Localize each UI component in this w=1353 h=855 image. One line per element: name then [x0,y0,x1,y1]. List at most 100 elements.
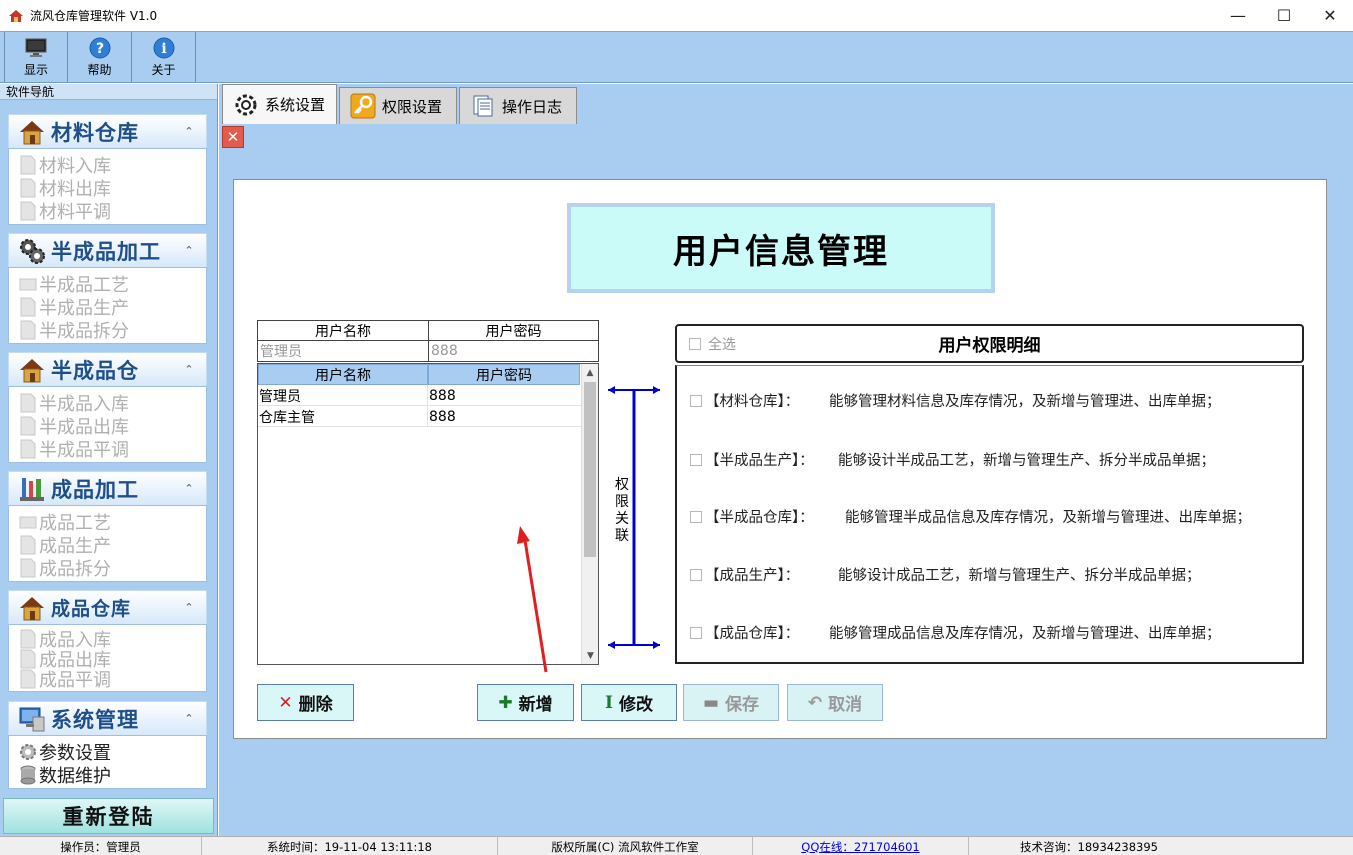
nav-item-semi-in[interactable]: 半成品入库 [19,391,206,415]
document-icon [20,393,36,412]
permission-title: 用户权限明细 [938,336,1041,356]
chevron-up-icon[interactable]: ⌃ [180,361,198,379]
add-button[interactable]: ✚ 新增 [477,684,574,721]
permission-checkbox[interactable] [690,453,702,466]
nav-group-header[interactable]: 材料仓库 ⌃ [8,114,207,148]
save-icon: ▬ [702,692,720,713]
help-button[interactable]: ? 帮助 [68,32,132,82]
tab-label: 权限设置 [382,97,443,116]
edit-button[interactable]: I 修改 [581,684,677,721]
relogin-button[interactable]: 重新登陆 [3,798,214,834]
select-all-checkbox[interactable] [689,337,701,350]
document-icon [20,649,36,669]
nav-item-material-out[interactable]: 材料出库 [19,176,206,200]
document-icon [20,201,36,220]
nav-group-header[interactable]: 成品加工 ⌃ [8,471,207,505]
nav-group-product-processing: 成品加工 ⌃ 成品工艺 成品生产 成品拆分 [8,471,207,582]
tab-bar: 系统设置 权限设置 操作日志 [219,84,1353,124]
nav-item-label: 成品平调 [39,670,111,691]
permission-checkbox[interactable] [690,394,702,407]
select-all-label: 全选 [708,336,736,353]
status-copyright: 版权所属(C) 流风软件工作室 [498,837,753,855]
grid-scrollbar[interactable]: ▲ ▼ [581,364,598,664]
nav-item-product-transfer[interactable]: 成品平调 [19,669,206,691]
nav-item-param-settings[interactable]: 参数设置 [19,740,206,764]
nav-group-header[interactable]: 半成品仓 ⌃ [8,352,207,386]
chevron-up-icon[interactable]: ⌃ [180,480,198,498]
maximize-button[interactable]: ☐ [1261,0,1307,31]
minimize-button[interactable]: — [1215,0,1261,31]
cancel-label: 取消 [828,695,863,715]
nav-group-label: 半成品加工 [51,238,161,264]
nav-item-product-craft[interactable]: 成品工艺 [19,510,206,534]
tab-system-settings[interactable]: 系统设置 [222,84,337,124]
toolbar: 显示 ? 帮助 i 关于 [0,31,1353,83]
nav-item-semi-craft[interactable]: 半成品工艺 [19,272,206,296]
status-qq-link[interactable]: QQ在线：271704601 [753,837,969,855]
sidebar-title: 软件导航 [0,84,217,100]
cell-username: 仓库主管 [258,406,428,427]
cancel-button[interactable]: ↶ 取消 [787,684,883,721]
nav-group-header[interactable]: 成品仓库 ⌃ [8,590,207,624]
grid-header-password[interactable]: 用户密码 [428,364,580,385]
chevron-up-icon[interactable]: ⌃ [180,599,198,617]
nav-group-header[interactable]: 半成品加工 ⌃ [8,233,207,267]
nav-item-semi-out[interactable]: 半成品出库 [19,414,206,438]
nav-item-semi-split[interactable]: 半成品拆分 [19,318,206,342]
password-field[interactable]: 888 [429,341,599,362]
table-row[interactable]: 管理员 888 [258,385,598,406]
close-tab-button[interactable]: ✕ [222,126,244,148]
nav-group-header[interactable]: 系统管理 ⌃ [8,701,207,735]
user-input-form: 用户名称 用户密码 管理员 888 [257,320,599,362]
house-icon [17,593,47,623]
about-button[interactable]: i 关于 [132,32,196,82]
chevron-up-icon[interactable]: ⌃ [180,710,198,728]
nav-item-label: 半成品拆分 [39,320,129,342]
gear-icon [233,92,259,118]
scroll-thumb[interactable] [584,382,596,557]
delete-button[interactable]: ✕ 删除 [257,684,354,721]
nav-item-semi-produce[interactable]: 半成品生产 [19,295,206,319]
chevron-up-icon[interactable]: ⌃ [180,242,198,260]
nav-group-material-warehouse: 材料仓库 ⌃ 材料入库 材料出库 材料平调 [8,114,207,225]
document-icon [20,178,36,197]
display-button[interactable]: 显示 [4,32,68,82]
chevron-up-icon[interactable]: ⌃ [180,123,198,141]
page-title: 用户信息管理 [567,203,995,293]
nav-item-product-produce[interactable]: 成品生产 [19,533,206,557]
tab-operation-log[interactable]: 操作日志 [459,87,577,124]
scroll-down-icon[interactable]: ▼ [582,647,599,664]
nav-group-label: 成品加工 [51,476,139,502]
nav-item-semi-transfer[interactable]: 半成品平调 [19,437,206,461]
scroll-up-icon[interactable]: ▲ [582,364,598,381]
table-row[interactable]: 仓库主管 888 [258,406,598,427]
qq-link-text[interactable]: QQ在线：271704601 [801,839,919,855]
close-icon: ✕ [226,128,240,146]
nav-item-material-in[interactable]: 材料入库 [19,153,206,177]
nav-group-items: 成品工艺 成品生产 成品拆分 [8,505,207,582]
nav-item-data-maintenance[interactable]: 数据维护 [19,763,206,787]
username-field[interactable]: 管理员 [257,341,429,362]
permission-row: 【半成品仓库】： 能够管理半成品信息及库存情况，及新增与管理进、出库单据； [690,506,1251,527]
tab-permission-settings[interactable]: 权限设置 [339,87,457,124]
nav-group-product-warehouse: 成品仓库 ⌃ 成品入库 成品出库 成品平调 [8,590,207,692]
save-button[interactable]: ▬ 保存 [683,684,779,721]
permission-checkbox[interactable] [690,626,702,639]
grid-header-username[interactable]: 用户名称 [258,364,428,385]
nav-item-label: 成品拆分 [39,558,111,580]
nav-group-system-management: 系统管理 ⌃ 参数设置 数据维护 [8,701,207,789]
permission-name: 【材料仓库】： [705,394,800,410]
permission-checkbox[interactable] [690,568,702,581]
nav-group-items: 成品入库 成品出库 成品平调 [8,624,207,692]
close-window-button[interactable]: ✕ [1307,0,1353,31]
permission-checkbox[interactable] [690,510,702,523]
plus-icon: ✚ [498,692,513,713]
permission-row: 【材料仓库】： 能够管理材料信息及库存情况，及新增与管理进、出库单据； [690,390,1221,411]
nav-item-label: 半成品平调 [39,439,129,461]
display-label: 显示 [23,62,48,77]
nav-item-material-transfer[interactable]: 材料平调 [19,199,206,223]
document-icon [20,669,36,689]
info-icon: i [153,37,175,59]
permission-row: 【半成品生产】： 能够设计半成品工艺，新增与管理生产、拆分半成品单据； [690,449,1215,470]
nav-item-product-split[interactable]: 成品拆分 [19,556,206,580]
